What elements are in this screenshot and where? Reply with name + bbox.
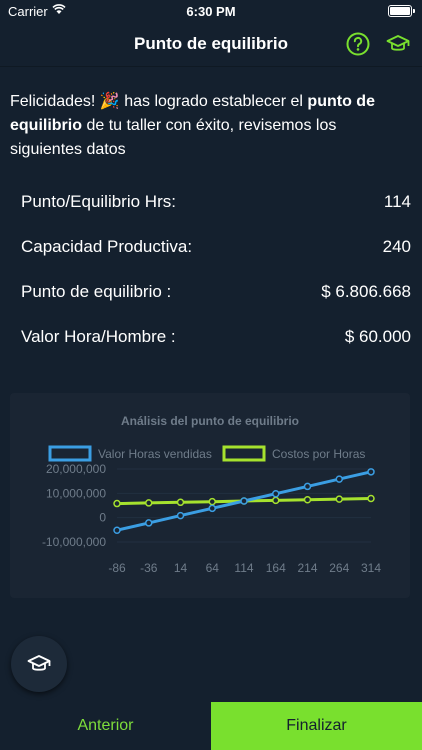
x-tick-label: 214 xyxy=(297,561,317,575)
data-point xyxy=(335,475,343,483)
data-point xyxy=(335,495,343,503)
x-tick-label: -36 xyxy=(140,561,158,575)
status-bar: Carrier 6:30 PM xyxy=(0,0,422,22)
learn-fab-button[interactable] xyxy=(11,636,67,692)
data-point xyxy=(208,497,216,506)
data-point xyxy=(145,519,153,527)
y-tick-label: 20,000,000 xyxy=(46,462,106,476)
y-tick-label: 0 xyxy=(99,511,106,525)
stat-label: Valor Hora/Hombre : xyxy=(21,327,176,346)
data-point xyxy=(303,482,312,491)
party-popper-emoji: 🎉 xyxy=(99,93,120,110)
stat-label: Punto de equilibrio : xyxy=(21,282,172,301)
data-point xyxy=(303,496,312,504)
y-tick-label: 10,000,000 xyxy=(46,486,106,500)
stat-label: Punto/Equilibrio Hrs: xyxy=(21,192,176,211)
help-circle-icon[interactable] xyxy=(346,32,370,56)
footer-actions: Anterior Finalizar xyxy=(0,702,422,750)
chart-title: Análisis del punto de equilibrio xyxy=(121,414,299,428)
intro-message: Felicidades! 🎉 has logrado establecer el… xyxy=(10,90,405,162)
y-tick-label: -10,000,000 xyxy=(42,535,106,549)
chart-canvas: Análisis del punto de equilibrio Valor Ho… xyxy=(42,414,381,575)
data-point xyxy=(113,526,121,534)
data-point xyxy=(240,497,248,505)
break-even-chart: Análisis del punto de equilibrio Valor Ho… xyxy=(10,393,410,598)
clock: 6:30 PM xyxy=(186,4,236,19)
data-point xyxy=(176,511,185,520)
stat-row-break-even-hours: Punto/Equilibrio Hrs: 114 xyxy=(0,180,422,225)
stat-row-productive-capacity: Capacidad Productiva: 240 xyxy=(0,225,422,270)
x-tick-label: 264 xyxy=(329,561,349,575)
stat-row-break-even-point: Punto de equilibrio : $ 6.806.668 xyxy=(0,270,422,315)
data-point xyxy=(176,498,185,507)
x-tick-label: 314 xyxy=(361,561,381,575)
finish-button[interactable]: Finalizar xyxy=(211,702,422,750)
stats-list: Punto/Equilibrio Hrs: 114 Capacidad Prod… xyxy=(0,180,422,360)
stat-row-hourly-rate: Valor Hora/Hombre : $ 60.000 xyxy=(0,315,422,360)
stat-value: $ 6.806.668 xyxy=(321,282,411,301)
data-point xyxy=(113,499,121,508)
data-point xyxy=(272,496,280,505)
graduation-cap-icon[interactable] xyxy=(386,32,410,56)
x-tick-label: -86 xyxy=(108,561,126,575)
data-point xyxy=(367,494,375,503)
stat-value: $ 60.000 xyxy=(344,327,411,346)
data-point xyxy=(367,468,375,476)
x-tick-label: 114 xyxy=(234,561,253,575)
intro-lead: Felicidades! xyxy=(10,93,100,110)
x-tick-label: 14 xyxy=(174,561,188,575)
intro-mid: has logrado establecer el xyxy=(119,93,308,110)
data-point xyxy=(145,499,153,507)
data-point xyxy=(272,489,280,498)
legend-swatch xyxy=(48,445,92,462)
x-tick-label: 64 xyxy=(206,561,220,575)
legend-swatch xyxy=(222,445,266,462)
previous-button[interactable]: Anterior xyxy=(0,702,211,750)
legend-label: Costos por Horas xyxy=(272,447,365,461)
data-point xyxy=(208,504,216,513)
graduation-cap-icon xyxy=(27,655,51,671)
navigation-bar: Punto de equilibrio xyxy=(0,22,422,67)
battery-icon xyxy=(388,5,415,17)
legend-label: Valor Horas vendidas xyxy=(98,447,212,461)
stat-label: Capacidad Productiva: xyxy=(21,237,193,256)
stat-value: 114 xyxy=(383,192,411,211)
stat-value: 240 xyxy=(382,237,411,256)
x-tick-label: 164 xyxy=(266,561,286,575)
